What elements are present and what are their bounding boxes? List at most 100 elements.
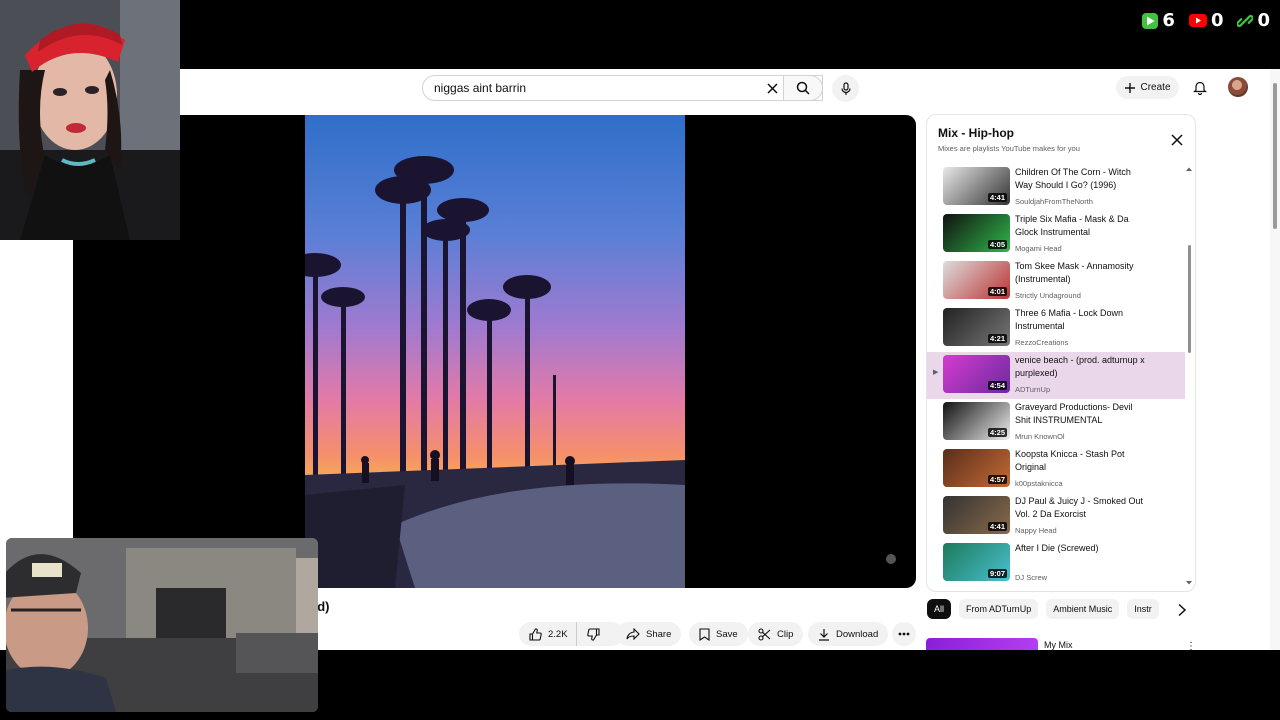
playlist-item-thumbnail[interactable]: 4:05 — [943, 214, 1010, 252]
playlist-item[interactable]: 4:57 Koopsta Knicca - Stash Pot Original k… — [927, 446, 1185, 493]
playlist-title: Mix - Hip-hop — [938, 126, 1014, 140]
playlist-item-thumbnail[interactable]: 4:57 — [943, 449, 1010, 487]
more-actions-button[interactable] — [892, 622, 916, 646]
playlist-items: 4:41 Children Of The Corn - Witch Way Sho… — [927, 164, 1185, 588]
stream-stats-overlay: 6 0 0 — [1142, 10, 1270, 31]
thumbs-up-icon — [529, 627, 542, 641]
youtube-page: niggas aint barrin Create ed) 2.2K Share… — [73, 69, 1280, 652]
playlist-item-title[interactable]: DJ Paul & Juicy J - Smoked Out Vol. 2 Da… — [1015, 495, 1145, 521]
video-frame[interactable] — [305, 115, 685, 588]
search-button[interactable] — [783, 75, 823, 101]
voice-search-button[interactable] — [832, 75, 859, 102]
streamer-webcam-image — [0, 0, 180, 240]
close-icon[interactable] — [1170, 133, 1184, 147]
create-label: Create — [1140, 82, 1171, 93]
playlist-item-thumbnail[interactable]: 4:21 — [943, 308, 1010, 346]
playlist-item-thumbnail[interactable]: 4:41 — [943, 167, 1010, 205]
like-count: 2.2K — [548, 628, 568, 640]
playlist-item-thumbnail[interactable]: 4:54 — [943, 355, 1010, 393]
clear-search-button[interactable] — [762, 78, 782, 98]
playlist-item-duration: 4:01 — [987, 287, 1007, 296]
like-button[interactable]: 2.2K — [519, 622, 577, 646]
filter-chip[interactable]: Instr — [1127, 599, 1159, 619]
playlist-item-title[interactable]: Triple Six Mafia - Mask & Da Glock Instr… — [1015, 213, 1145, 239]
download-icon — [819, 628, 829, 641]
account-avatar[interactable] — [1228, 77, 1248, 97]
bell-icon — [1193, 81, 1207, 95]
now-playing-icon: ▶ — [933, 369, 939, 376]
playlist-item-title[interactable]: venice beach - (prod. adturnup x purplex… — [1015, 354, 1145, 380]
playlist-item[interactable]: 4:41 Children Of The Corn - Witch Way Sho… — [927, 164, 1185, 211]
guest-webcam-image — [6, 538, 318, 712]
search-icon — [796, 81, 810, 95]
playlist-subtitle: Mixes are playlists YouTube makes for yo… — [938, 144, 1080, 153]
screen: 6 0 0 niggas aint barrin Create ed) 2.2K… — [0, 0, 1280, 720]
playlist-item-title[interactable]: Tom Skee Mask - Annamosity (Instrumental… — [1015, 260, 1145, 286]
playlist-item[interactable]: 4:05 Triple Six Mafia - Mask & Da Glock I… — [927, 211, 1185, 258]
mix-title[interactable]: My Mix — [1044, 640, 1073, 650]
playlist-item[interactable]: 9:07 After I Die (Screwed) DJ Screw — [927, 540, 1185, 587]
clip-label: Clip — [777, 628, 794, 640]
window-scroll-thumb[interactable] — [1273, 83, 1277, 229]
webcam-feed-top — [0, 0, 180, 240]
share-arrow-icon — [626, 628, 640, 640]
playlist-item-duration: 4:54 — [987, 381, 1007, 390]
playlist-item-thumbnail[interactable]: 9:07 — [943, 543, 1010, 581]
youtube-icon — [1188, 14, 1207, 27]
playlist-item-thumbnail[interactable]: 4:25 — [943, 402, 1010, 440]
scissors-icon — [758, 627, 771, 641]
playlist-item-thumbnail[interactable]: 4:01 — [943, 261, 1010, 299]
playlist-item-duration: 4:25 — [987, 428, 1007, 437]
clip-button[interactable]: Clip — [748, 622, 804, 646]
more-horizontal-icon — [898, 632, 910, 636]
video-player[interactable] — [73, 115, 916, 588]
webcam-feed-bottom — [6, 538, 318, 712]
playlist-item-title[interactable]: After I Die (Screwed) — [1015, 542, 1145, 555]
playlist-item-channel: DJ Screw — [1015, 573, 1048, 582]
playlist-item-channel: Nappy Head — [1015, 526, 1057, 535]
playlist-item-duration: 4:41 — [987, 522, 1007, 531]
mix-thumbnail[interactable] — [926, 638, 1038, 650]
create-button[interactable]: Create — [1116, 76, 1179, 99]
filter-chip[interactable]: All — [927, 599, 952, 619]
more-vertical-icon[interactable]: ⋮ — [1186, 641, 1196, 652]
filter-chip[interactable]: Ambient Music — [1046, 599, 1120, 619]
link-icon — [1237, 14, 1254, 27]
playlist-item-channel: k00pstaknicca — [1015, 479, 1063, 488]
play-count-value: 6 — [1162, 10, 1175, 31]
save-label: Save — [716, 628, 738, 640]
playlist-item-channel: Strictly Undaground — [1015, 291, 1081, 300]
playlist-item-duration: 4:57 — [987, 475, 1007, 484]
playlist-item-channel: RezzoCreations — [1015, 338, 1069, 347]
share-button[interactable]: Share — [616, 622, 682, 646]
playlist-item-title[interactable]: Children Of The Corn - Witch Way Should … — [1015, 166, 1145, 192]
playlist-item[interactable]: ▶ 4:54 venice beach - (prod. adturnup x pu… — [927, 352, 1185, 399]
playlist-item-title[interactable]: Graveyard Productions- Devil Shit INSTRU… — [1015, 401, 1145, 427]
playlist-item[interactable]: 4:25 Graveyard Productions- Devil Shit IN… — [927, 399, 1185, 446]
playlist-item[interactable]: 4:01 Tom Skee Mask - Annamosity (Instrume… — [927, 258, 1185, 305]
playlist-item[interactable]: 4:41 DJ Paul & Juicy J - Smoked Out Vol. … — [927, 493, 1185, 540]
notifications-button[interactable] — [1190, 77, 1210, 97]
window-scrollbar[interactable] — [1270, 69, 1280, 650]
play-count-stat: 6 — [1142, 10, 1175, 31]
playlist-item-thumbnail[interactable]: 4:41 — [943, 496, 1010, 534]
playlist-item[interactable]: 4:21 Three 6 Mafia - Lock Down Instrument… — [927, 305, 1185, 352]
playlist-item-title[interactable]: Three 6 Mafia - Lock Down Instrumental — [1015, 307, 1145, 333]
download-button[interactable]: Download — [808, 622, 889, 646]
scroll-down-icon[interactable] — [1185, 580, 1193, 586]
scroll-up-icon[interactable] — [1185, 166, 1193, 172]
playlist-scrollbar[interactable] — [1185, 164, 1193, 588]
playlist-item-title[interactable]: Koopsta Knicca - Stash Pot Original — [1015, 448, 1145, 474]
link-count-value: 0 — [1257, 10, 1270, 31]
playlist-item-duration: 9:07 — [987, 569, 1007, 578]
chevron-right-icon[interactable] — [1176, 603, 1188, 617]
search-query: niggas aint barrin — [434, 81, 527, 95]
playlist-item-channel: Mrun KnownOl — [1015, 432, 1065, 441]
save-button[interactable]: Save — [689, 622, 748, 646]
bookmark-icon — [699, 627, 710, 641]
filter-chip[interactable]: From ADTurnUp — [959, 599, 1039, 619]
like-dislike-group: 2.2K — [519, 622, 624, 646]
thumbs-down-icon — [586, 627, 600, 641]
playlist-scroll-thumb[interactable] — [1188, 245, 1191, 353]
dislike-button[interactable] — [577, 622, 610, 646]
